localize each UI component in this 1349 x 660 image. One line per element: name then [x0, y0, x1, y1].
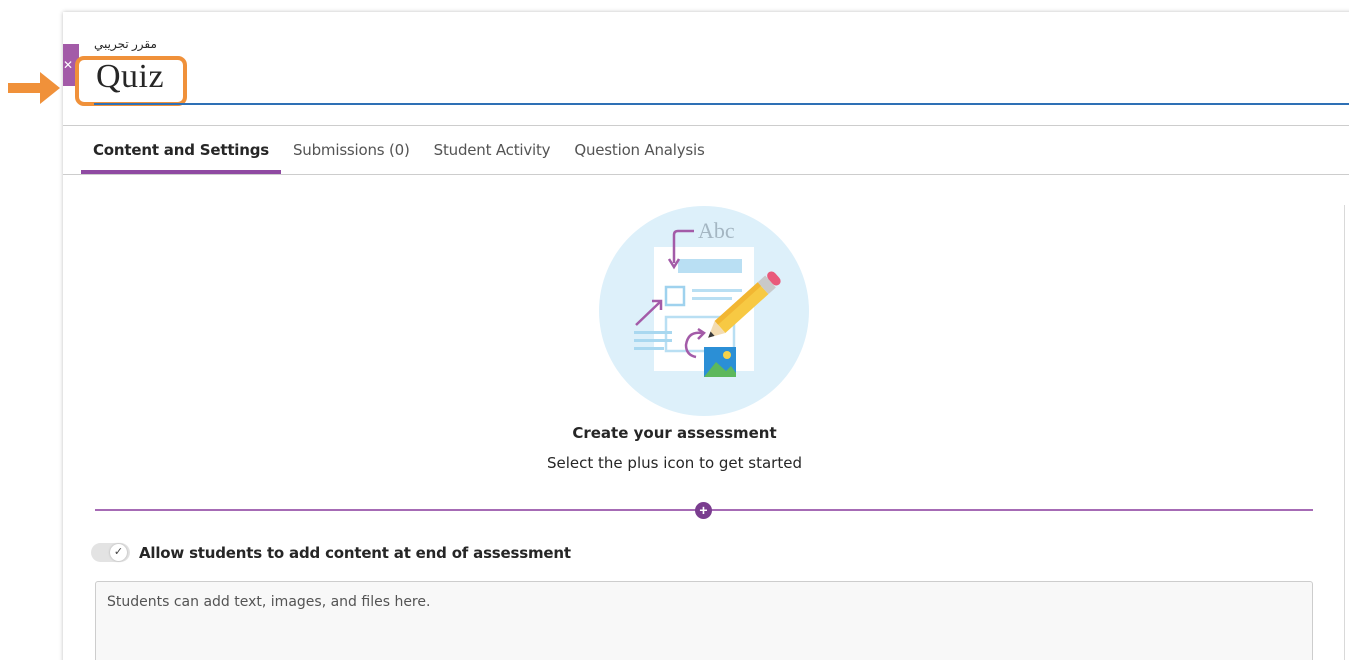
student-content-placeholder: Students can add text, images, and files… [107, 594, 431, 610]
empty-state-subtitle: Select the plus icon to get started [547, 454, 802, 472]
tab-content-and-settings[interactable]: Content and Settings [81, 126, 281, 174]
tab-bar: Content and Settings Submissions (0) Stu… [81, 126, 717, 174]
tab-submissions[interactable]: Submissions (0) [281, 126, 422, 173]
close-icon: ✕ [63, 58, 74, 72]
student-content-area[interactable] [95, 581, 1313, 660]
screen: ✕ مقرر تجريبي Quiz Content and Settings … [0, 0, 1349, 660]
assessment-illustration: Abc [599, 206, 809, 416]
annotation-highlight-box [75, 56, 187, 106]
tab-question-analysis[interactable]: Question Analysis [562, 126, 716, 173]
tabs-divider [63, 174, 1349, 175]
title-underline [94, 103, 1349, 105]
allow-students-label: Allow students to add content at end of … [139, 544, 571, 562]
allow-students-toggle[interactable]: ✓ [91, 543, 130, 562]
annotation-arrow-icon [8, 72, 60, 104]
course-name: مقرر تجريبي [94, 37, 157, 51]
checkmark-icon: ✓ [110, 544, 127, 561]
add-content-button[interactable]: + [695, 502, 712, 519]
empty-state-title: Create your assessment [572, 424, 777, 442]
plus-circle-icon: + [699, 502, 708, 518]
illustration-abc-text: Abc [698, 218, 735, 243]
tab-student-activity[interactable]: Student Activity [422, 126, 563, 173]
